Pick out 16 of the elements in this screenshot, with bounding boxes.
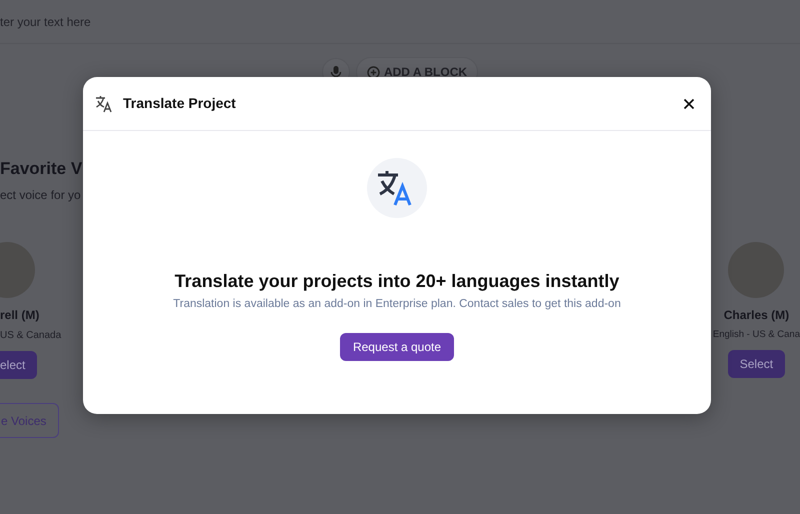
translate-icon	[95, 94, 113, 112]
request-quote-button[interactable]: Request a quote	[340, 333, 454, 362]
select-button[interactable]: elect	[0, 351, 38, 379]
plus-circle-icon	[366, 66, 380, 78]
modal-title: Translate Project	[123, 94, 236, 113]
voice-accent: US & Canada	[0, 329, 62, 343]
modal-description: Translation is available as an add-on in Enterprise plan. Contact sales to get this add-on	[173, 297, 621, 312]
select-button[interactable]: Select	[728, 350, 786, 378]
microphone-icon	[330, 65, 342, 79]
voice-name: Charles (M)	[724, 307, 790, 324]
voice-accent: English - US & Cana	[712, 328, 800, 342]
text-input-field[interactable]: ter your text here	[0, 12, 110, 30]
section-subtitle: ect voice for yo	[0, 187, 82, 204]
modal-heading: Translate your projects into 20+ languages instantly	[174, 270, 620, 292]
voice-name: rell (M)	[0, 307, 40, 324]
section-title: Favorite V	[0, 158, 84, 180]
